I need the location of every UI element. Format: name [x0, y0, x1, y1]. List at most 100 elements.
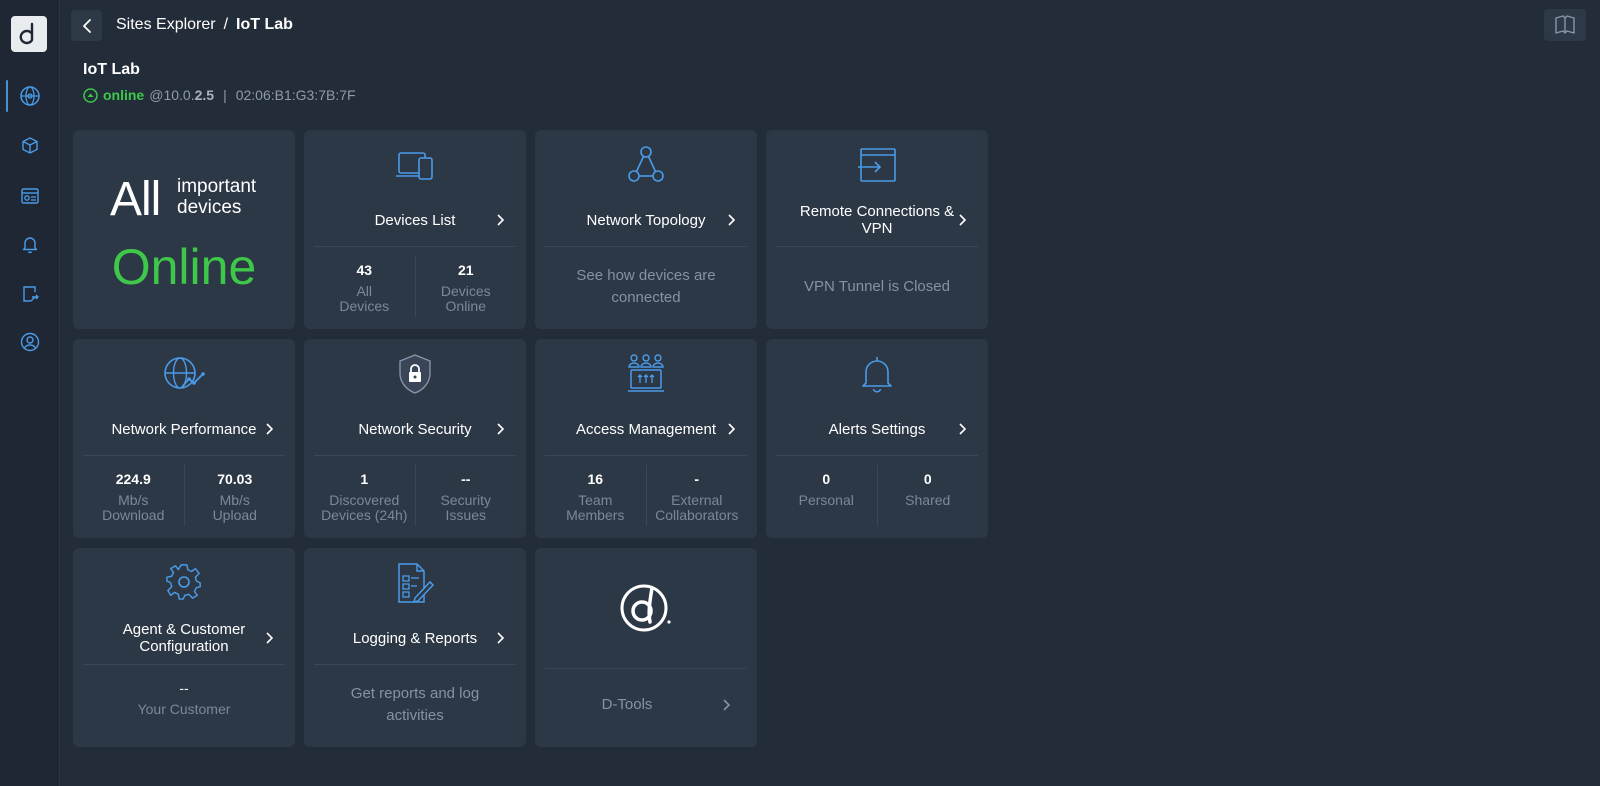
d-logo-icon [19, 22, 34, 45]
summary-small-text: important devices [177, 176, 257, 218]
card-label: Logging & Reports [352, 629, 478, 647]
card-stats: 224.9 Mb/s Download 70.03 Mb/s Upload [83, 465, 285, 526]
stat-caption: Mb/s Download [102, 492, 165, 523]
cubes-icon [22, 137, 38, 154]
ip-address: @10.0.2.5 [149, 87, 214, 103]
access-management-card[interactable]: Access Management 16 Team Members - Exte… [535, 339, 757, 538]
nav-export[interactable] [0, 274, 60, 314]
network-topology-card[interactable]: Network Topology See how devices are con… [535, 130, 757, 329]
globe-chart-icon [73, 353, 295, 395]
card-stats: 43 All Devices 21 Devices Online [314, 256, 516, 317]
summary-state-text: Online [111, 239, 257, 295]
card-divider [545, 455, 747, 456]
user-circle-icon [20, 332, 40, 352]
stat-caption: Mb/s Upload [212, 492, 257, 523]
logging-reports-card[interactable]: Logging & Reports Get reports and log ac… [304, 548, 526, 747]
stat-discovered-devices: 1 Discovered Devices (24h) [314, 465, 415, 526]
dtools-logo-icon [535, 576, 757, 636]
stat-caption: Personal [798, 492, 854, 508]
card-divider [314, 455, 516, 456]
card-label: Devices List [374, 211, 456, 229]
card-stats: 0 Personal 0 Shared [776, 465, 978, 526]
stat-devices-online: 21 Devices Online [414, 256, 517, 317]
stat-value: 0 [822, 471, 831, 487]
back-button[interactable] [71, 10, 102, 41]
nav-alerts[interactable] [0, 224, 60, 264]
app-logo[interactable] [11, 16, 47, 52]
stat-value: 43 [356, 262, 373, 278]
chevron-right-icon [723, 698, 731, 711]
card-divider [545, 668, 747, 669]
page-title: IoT Lab [83, 61, 140, 78]
card-description: See how devices are connected [576, 266, 716, 306]
breadcrumb-parent[interactable]: Sites Explorer [116, 16, 216, 34]
chevron-right-icon [494, 212, 506, 228]
card-label: Access Management [575, 420, 717, 438]
card-divider [83, 455, 285, 456]
nav-sites[interactable] [0, 76, 60, 116]
remote-connections-card[interactable]: Remote Connections & VPN VPN Tunnel is C… [766, 130, 988, 329]
card-divider [314, 664, 516, 665]
book-icon [1555, 15, 1575, 34]
stat-all-devices: 43 All Devices [314, 256, 415, 317]
dashboard-icon [21, 188, 39, 204]
card-label: Network Performance [111, 420, 257, 438]
network-security-card[interactable]: Network Security 1 Discovered Devices (2… [304, 339, 526, 538]
stat-shared: 0 Shared [876, 465, 979, 526]
card-description: VPN Tunnel is Closed [804, 277, 950, 295]
export-icon [23, 286, 39, 302]
nav-dashboard[interactable] [0, 176, 60, 216]
stat-value: - [694, 471, 700, 487]
stat-value: 70.03 [217, 471, 253, 487]
mac-address: 02:06:B1:G3:7B:7F [235, 87, 356, 103]
stat-caption: Security Issues [440, 492, 492, 523]
chevron-right-icon [263, 630, 275, 646]
topology-icon [535, 144, 757, 186]
chevron-right-icon [494, 421, 506, 437]
remote-connection-icon [766, 144, 988, 186]
globe-icon [20, 86, 40, 106]
stat-caption: Shared [905, 492, 951, 508]
card-stats: 16 Team Members - External Collaborators [545, 465, 747, 526]
breadcrumb-separator: / [223, 16, 229, 33]
nav-account[interactable] [0, 322, 60, 362]
stat-value: -- [461, 471, 471, 487]
stat-external-collaborators: - External Collaborators [645, 465, 748, 526]
stat-team-members: 16 Team Members [545, 465, 646, 526]
stat-security-issues: -- Security Issues [414, 465, 517, 526]
card-divider [776, 246, 978, 247]
stat-your-customer: -- Your Customer [83, 674, 285, 735]
agent-config-card[interactable]: Agent & Customer Configuration -- Your C… [73, 548, 295, 747]
chevron-right-icon [494, 630, 506, 646]
card-label: Agent & Customer Configuration [122, 621, 246, 655]
card-divider [776, 455, 978, 456]
alerts-settings-card[interactable]: Alerts Settings 0 Personal 0 Shared [766, 339, 988, 538]
stat-download: 224.9 Mb/s Download [83, 465, 184, 526]
chevron-right-icon [956, 421, 968, 437]
ip-prefix: @10.0. [149, 87, 195, 103]
stat-caption: External Collaborators [655, 492, 739, 523]
chevron-right-icon [725, 421, 737, 437]
stat-value: 21 [457, 262, 474, 278]
status-separator: | [223, 87, 227, 103]
chevron-left-icon [82, 18, 91, 33]
card-label: D-Tools [601, 696, 653, 713]
network-performance-card[interactable]: Network Performance 224.9 Mb/s Download … [73, 339, 295, 538]
summary-big-text: All [110, 173, 161, 226]
shield-lock-icon [304, 353, 526, 395]
site-status: online @10.0.2.5 | 02:06:B1:G3:7B:7F [83, 87, 356, 103]
card-description: Get reports and log activities [350, 684, 480, 724]
card-stats: 1 Discovered Devices (24h) -- Security I… [314, 465, 516, 526]
stat-value: 1 [360, 471, 369, 487]
stat-upload: 70.03 Mb/s Upload [183, 465, 286, 526]
nav-devices[interactable] [0, 126, 60, 166]
docs-button[interactable] [1544, 9, 1586, 41]
stat-value: 0 [923, 471, 932, 487]
online-status-icon [83, 87, 98, 103]
dtools-card[interactable]: D-Tools [535, 548, 757, 747]
card-divider [545, 246, 747, 247]
chevron-right-icon [956, 212, 968, 228]
chevron-right-icon [263, 421, 275, 437]
card-label: Remote Connections & VPN [799, 203, 955, 237]
devices-list-card[interactable]: Devices List 43 All Devices 21 Devices O… [304, 130, 526, 329]
